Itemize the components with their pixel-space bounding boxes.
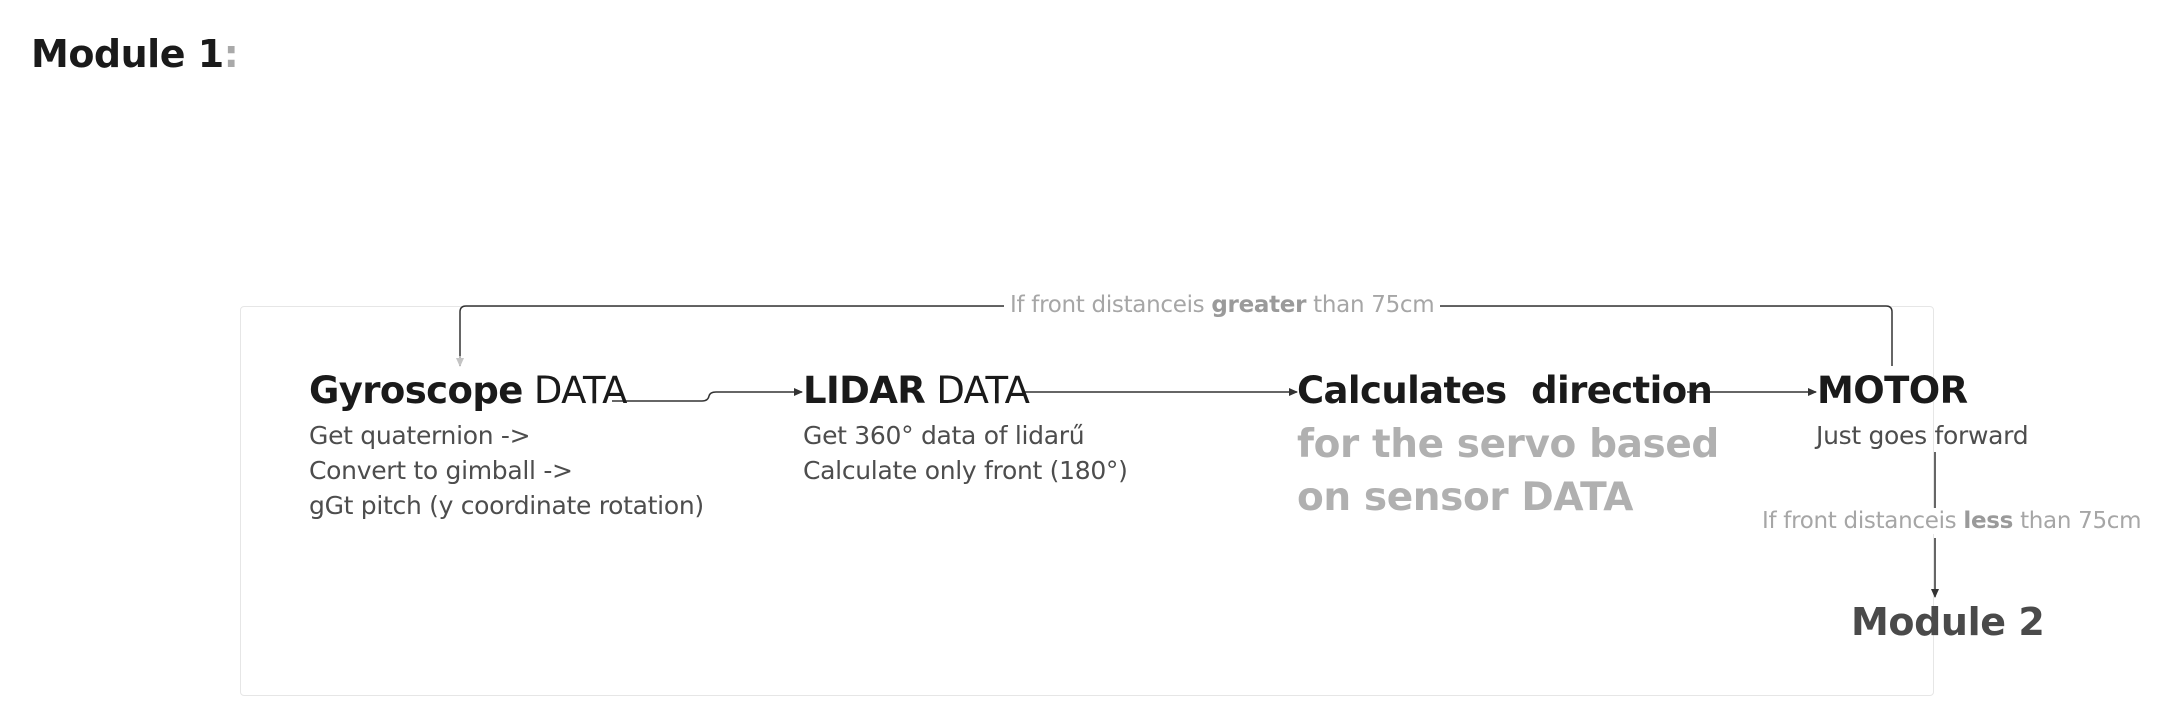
calculates-subtitle-line-2: on sensor DATA [1297,475,1634,520]
edge-label-greater: If front distanceis greater than 75cm [1004,292,1441,318]
gyroscope-node-title: Gyroscope DATA [309,369,627,412]
motor-line-1: Just goes forward [1816,421,2029,450]
lidar-line-2: Calculate only front (180°) [803,456,1128,485]
motor-node-title: MOTOR [1817,369,1968,412]
edge-label-less: If front distanceis less than 75cm [1756,508,2148,534]
module2-node-title: Module 2 [1851,600,2045,644]
lidar-node-title: LIDAR DATA [803,369,1030,412]
gyroscope-line-2: Convert to gimball -> [309,456,573,485]
calculates-node-title: Calculates direction [1297,369,1713,412]
calculates-subtitle-line-1: for the servo based [1297,422,1719,467]
gyroscope-line-3: gGt pitch (y coordinate rotation) [309,491,704,520]
page-title: Module 1: [31,32,239,76]
gyroscope-line-1: Get quaternion -> [309,421,531,450]
lidar-line-1: Get 360° data of lidarű [803,421,1085,450]
